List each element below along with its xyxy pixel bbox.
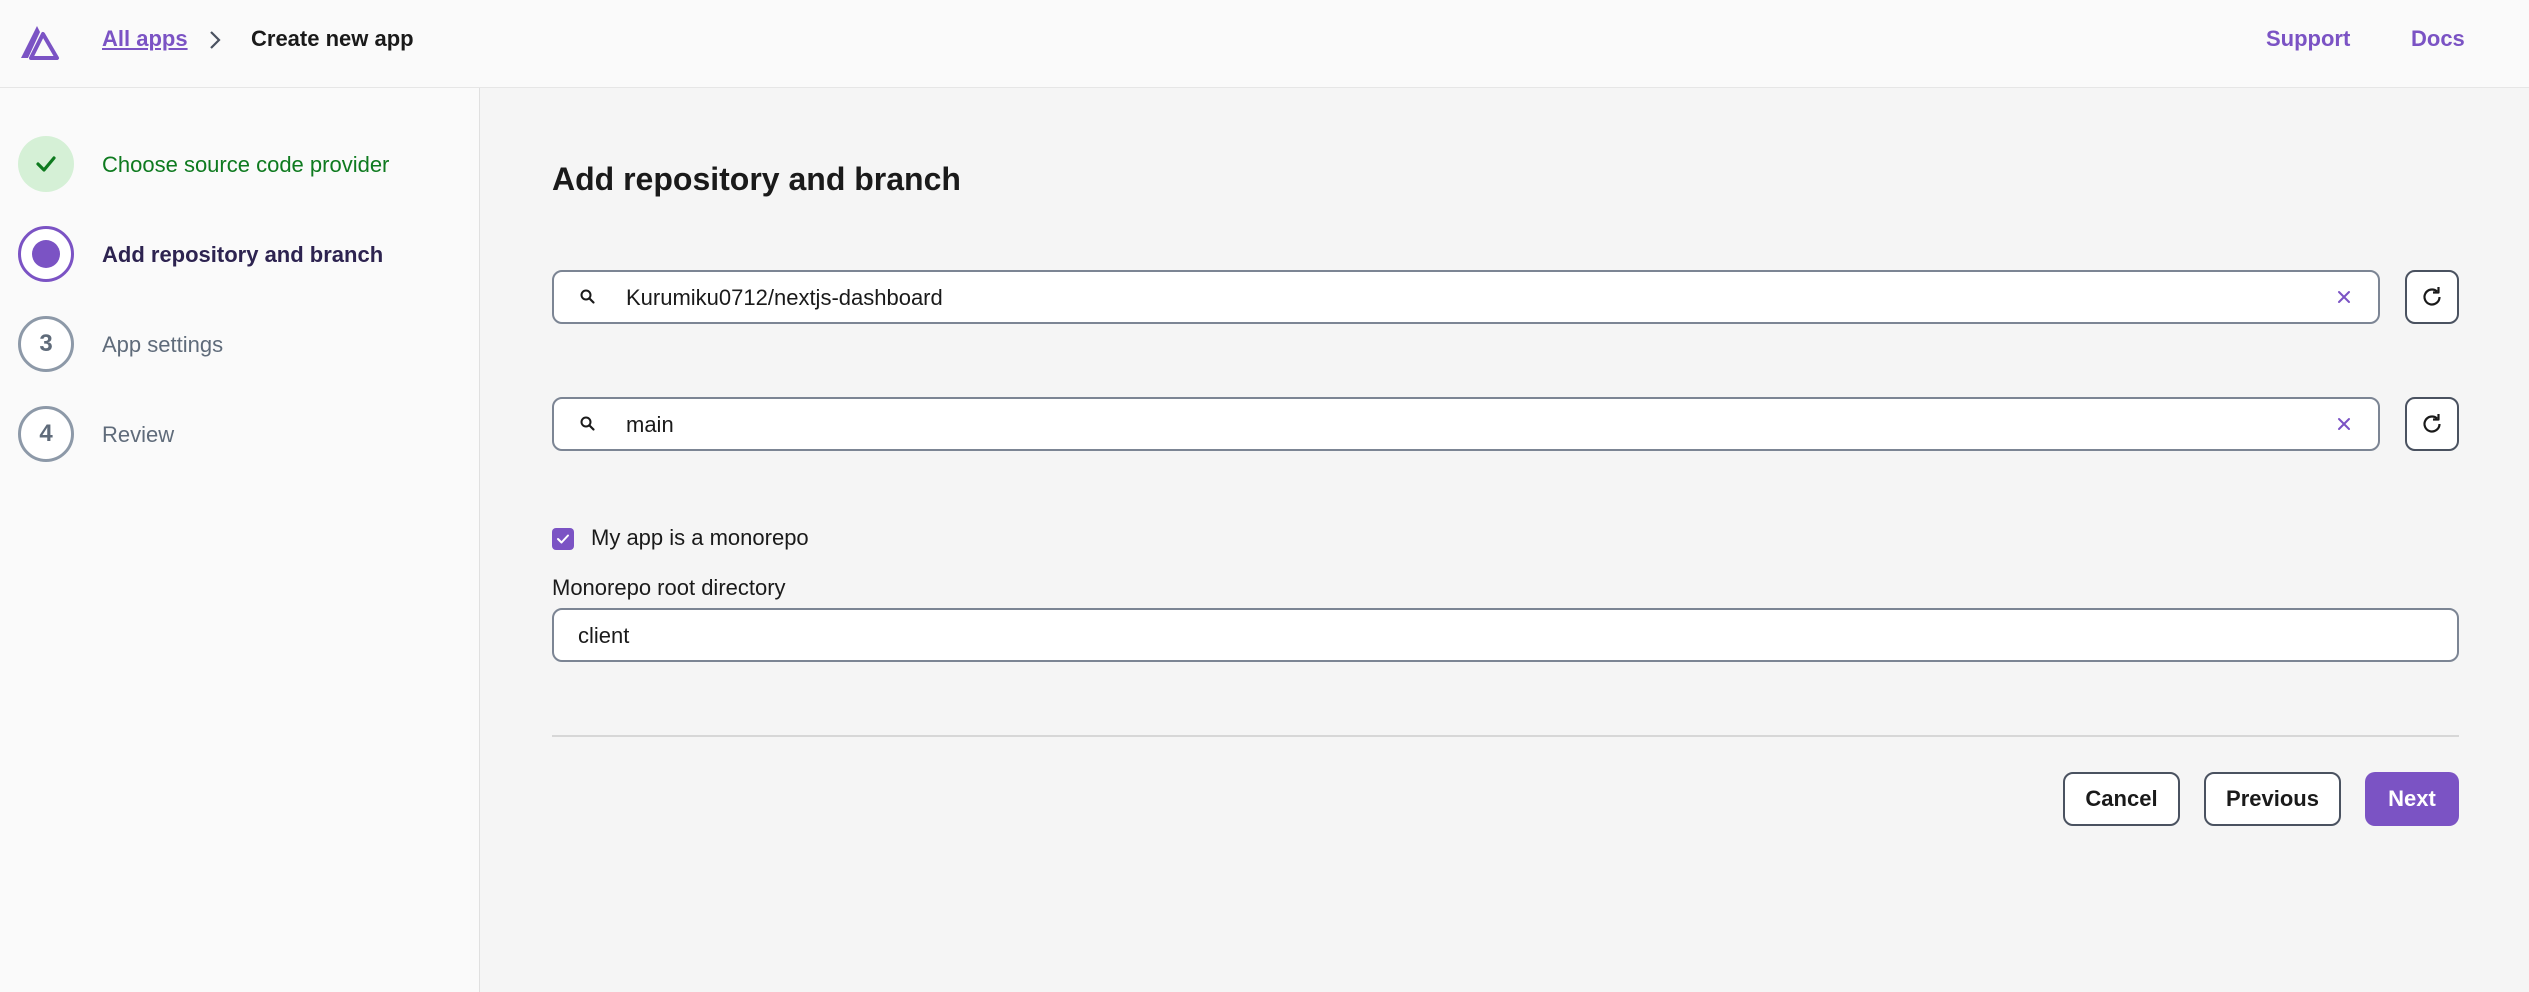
search-icon — [580, 289, 595, 304]
root-directory-value: client — [578, 623, 630, 648]
step-number: 4 — [18, 406, 74, 462]
step-review[interactable]: 4 Review — [18, 406, 478, 462]
step-number: 3 — [18, 316, 74, 372]
branch-value: main — [626, 412, 674, 437]
chevron-right-icon — [210, 31, 221, 49]
docs-link[interactable]: Docs — [2411, 26, 2465, 52]
step-label: Review — [102, 422, 175, 447]
root-directory-label: Monorepo root directory — [552, 575, 786, 600]
amplify-logo-icon[interactable] — [17, 20, 61, 60]
cancel-button[interactable]: Cancel — [2063, 772, 2180, 826]
active-step-icon — [18, 226, 74, 282]
breadcrumb-current: Create new app — [251, 26, 414, 51]
clear-icon[interactable] — [2334, 287, 2354, 307]
search-icon — [580, 416, 595, 431]
step-label: App settings — [102, 332, 224, 357]
refresh-icon — [2423, 287, 2441, 306]
step-choose-source[interactable]: Choose source code provider — [18, 136, 478, 192]
page-title: Add repository and branch — [552, 161, 961, 197]
clear-icon[interactable] — [2334, 414, 2354, 434]
previous-button[interactable]: Previous — [2204, 772, 2341, 826]
step-label: Add repository and branch — [102, 242, 384, 267]
refresh-icon — [2423, 414, 2441, 433]
branch-select[interactable]: main — [552, 397, 2380, 451]
refresh-branches-button[interactable] — [2405, 397, 2459, 451]
step-app-settings[interactable]: 3 App settings — [18, 316, 478, 372]
divider — [552, 735, 2459, 737]
step-label: Choose source code provider — [102, 152, 390, 177]
check-icon — [18, 136, 74, 192]
wizard-steps-sidebar: Choose source code provider Add reposito… — [0, 88, 480, 992]
checkmark-icon — [557, 534, 569, 544]
repository-value: Kurumiku0712/nextjs-dashboard — [626, 285, 943, 310]
next-button[interactable]: Next — [2365, 772, 2459, 826]
root-directory-input[interactable]: client — [552, 608, 2459, 662]
step-add-repository[interactable]: Add repository and branch — [18, 226, 478, 282]
monorepo-checkbox[interactable] — [552, 528, 574, 550]
top-bar: All apps Create new app Support Docs — [0, 0, 2529, 88]
monorepo-checkbox-label[interactable]: My app is a monorepo — [591, 525, 809, 551]
refresh-repositories-button[interactable] — [2405, 270, 2459, 324]
support-link[interactable]: Support — [2266, 26, 2350, 52]
repository-select[interactable]: Kurumiku0712/nextjs-dashboard — [552, 270, 2380, 324]
breadcrumb-all-apps[interactable]: All apps — [102, 26, 188, 52]
